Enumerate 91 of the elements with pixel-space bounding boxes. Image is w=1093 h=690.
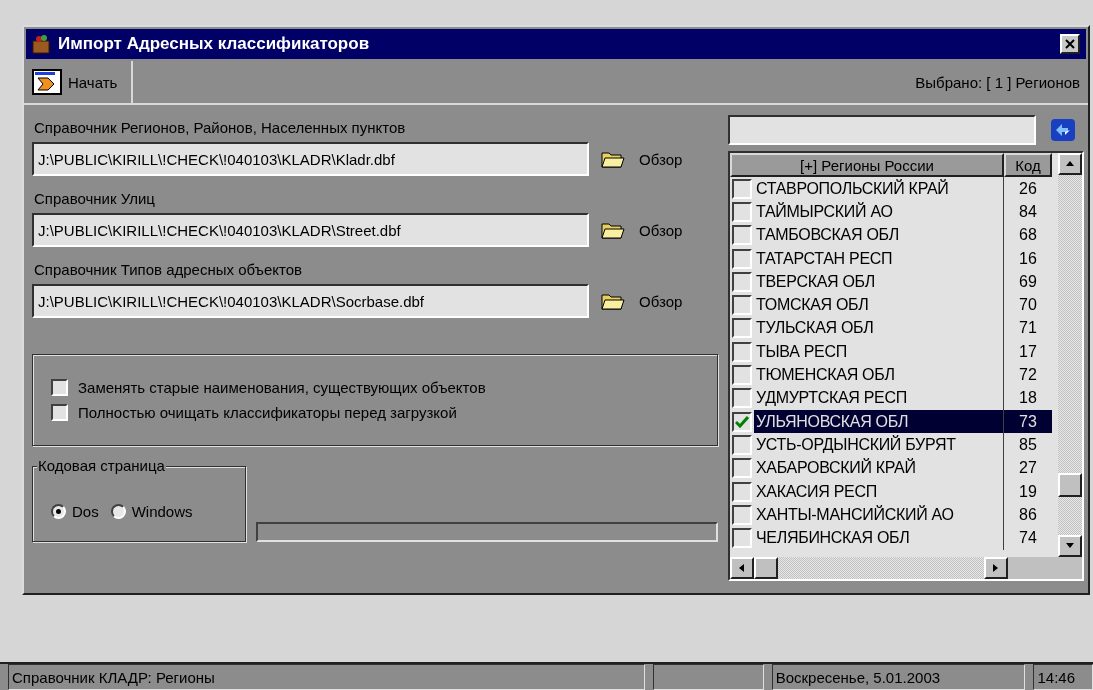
path-field[interactable]: J:\PUBLIC\KIRILL\!CHECK\!040103\KLADR\Kladr.dbf (32, 142, 589, 176)
region-name[interactable]: ТВЕРСКАЯ ОБЛ (754, 270, 1004, 294)
browse-button[interactable]: Обзор (601, 221, 683, 239)
column-header[interactable]: Код (1004, 153, 1052, 177)
row-checkbox[interactable] (732, 458, 752, 479)
row-checkbox[interactable] (732, 434, 752, 455)
region-name[interactable]: ТЮМЕНСКАЯ ОБЛ (754, 363, 1004, 387)
status-message: Справочник КЛАДР: Регионы (8, 664, 645, 690)
region-name[interactable]: ХАБАРОВСКИЙ КРАЙ (754, 456, 1004, 480)
status-time: 14:46 (1033, 664, 1093, 690)
row-checkbox[interactable] (732, 178, 752, 199)
window-title: Импорт Адресных классификаторов (58, 34, 371, 54)
region-name[interactable]: УДМУРТСКАЯ РЕСП (754, 386, 1004, 410)
row-checkbox[interactable] (732, 271, 752, 292)
field-label: Справочник Типов адресных объектов (34, 261, 304, 278)
region-name[interactable]: ТУЛЬСКАЯ ОБЛ (754, 316, 1004, 341)
region-code: 86 (1018, 504, 1038, 525)
checkbox-label: Заменять старые наименования, существующих объектов (78, 379, 486, 396)
region-code: 84 (1018, 201, 1038, 222)
vertical-scrollbar[interactable] (1058, 153, 1082, 557)
folder-icon (601, 292, 625, 310)
region-name[interactable]: ТОМСКАЯ ОБЛ (754, 293, 1004, 317)
region-name[interactable]: ТАМБОВСКАЯ ОБЛ (754, 223, 1004, 247)
folder-icon (601, 221, 625, 239)
path-field[interactable]: J:\PUBLIC\KIRILL\!CHECK\!040103\KLADR\Street.dbf (32, 213, 589, 247)
folder-icon (601, 150, 625, 168)
region-code: 26 (1018, 178, 1038, 199)
selection-count: Выбрано: [ 1 ] Регионов (915, 73, 1081, 91)
radio-button[interactable] (51, 503, 66, 519)
scroll-thumb[interactable] (754, 557, 778, 579)
region-code: 69 (1018, 271, 1038, 292)
region-name[interactable]: УЛЬЯНОВСКАЯ ОБЛ (754, 409, 1004, 434)
region-code: 27 (1018, 458, 1038, 479)
region-name[interactable]: УСТЬ-ОРДЫНСКИЙ БУРЯТ (754, 433, 1004, 457)
search-field[interactable] (728, 115, 1036, 145)
field-label: Справочник Улиц (34, 190, 156, 207)
row-checkbox[interactable] (732, 225, 752, 246)
field-label: Справочник Регионов, Районов, Населенных пунктов (34, 119, 407, 136)
checkbox-label: Полностью очищать классификаторы перед загрузкой (78, 404, 457, 421)
region-name[interactable]: ТАТАРСТАН РЕСП (754, 246, 1004, 271)
close-icon (1064, 38, 1076, 50)
path-field[interactable]: J:\PUBLIC\KIRILL\!CHECK\!040103\KLADR\Socrbase.dbf (32, 284, 589, 318)
region-code: 70 (1018, 295, 1038, 316)
radio-label: Dos (72, 502, 99, 520)
row-checkbox[interactable] (732, 248, 752, 269)
close-button[interactable] (1060, 34, 1080, 54)
horizontal-scrollbar[interactable] (730, 557, 1008, 579)
region-code: 71 (1018, 318, 1038, 339)
region-name[interactable]: СТАВРОПОЛЬСКИЙ КРАЙ (754, 177, 1004, 201)
row-checkbox[interactable] (732, 318, 752, 339)
region-code: 19 (1018, 481, 1038, 502)
row-checkbox[interactable] (732, 411, 752, 432)
scroll-thumb[interactable] (1058, 473, 1082, 497)
checkbox[interactable] (51, 379, 68, 396)
radio-button[interactable] (110, 503, 126, 519)
region-code: 72 (1018, 365, 1038, 385)
row-checkbox[interactable] (732, 295, 752, 316)
triangle-icon (737, 563, 747, 573)
scroll-down-button[interactable] (1058, 535, 1082, 557)
scroll-left-button[interactable] (730, 557, 754, 579)
row-checkbox[interactable] (732, 481, 752, 502)
row-checkbox[interactable] (732, 528, 752, 549)
scroll-right-button[interactable] (984, 557, 1008, 579)
browse-button[interactable]: Обзор (601, 150, 683, 168)
region-name[interactable]: ЧЕЛЯБИНСКАЯ ОБЛ (754, 526, 1004, 550)
region-name[interactable]: ТАЙМЫРСКИЙ АО (754, 200, 1004, 224)
box-icon (32, 34, 50, 54)
region-name[interactable]: ХАНТЫ-МАНСИЙСКИЙ АО (754, 503, 1004, 527)
region-code: 16 (1018, 248, 1038, 269)
region-code: 17 (1018, 341, 1038, 362)
checkmark-icon (735, 415, 749, 428)
row-checkbox[interactable] (732, 388, 752, 409)
row-checkbox[interactable] (732, 504, 752, 525)
region-code: 73 (1004, 409, 1052, 434)
status-date: Воскресенье, 5.01.2003 (771, 664, 1026, 690)
row-checkbox[interactable] (732, 365, 752, 385)
column-header[interactable]: [+] Регионы России (730, 153, 1004, 177)
refresh-arrows-icon[interactable] (1050, 118, 1076, 142)
region-code: 85 (1018, 434, 1038, 455)
scroll-up-button[interactable] (1058, 153, 1082, 175)
triangle-icon (1065, 159, 1075, 169)
region-name[interactable]: ТЫВА РЕСП (754, 340, 1004, 364)
region-code: 68 (1018, 225, 1038, 246)
row-checkbox[interactable] (732, 341, 752, 362)
checkbox[interactable] (51, 404, 68, 421)
radio-label: Windows (131, 502, 193, 520)
region-code: 74 (1018, 528, 1038, 549)
browse-button[interactable]: Обзор (601, 292, 683, 310)
row-checkbox[interactable] (732, 201, 752, 222)
region-name[interactable]: ХАКАСИЯ РЕСП (754, 479, 1004, 504)
region-code: 18 (1018, 388, 1038, 409)
